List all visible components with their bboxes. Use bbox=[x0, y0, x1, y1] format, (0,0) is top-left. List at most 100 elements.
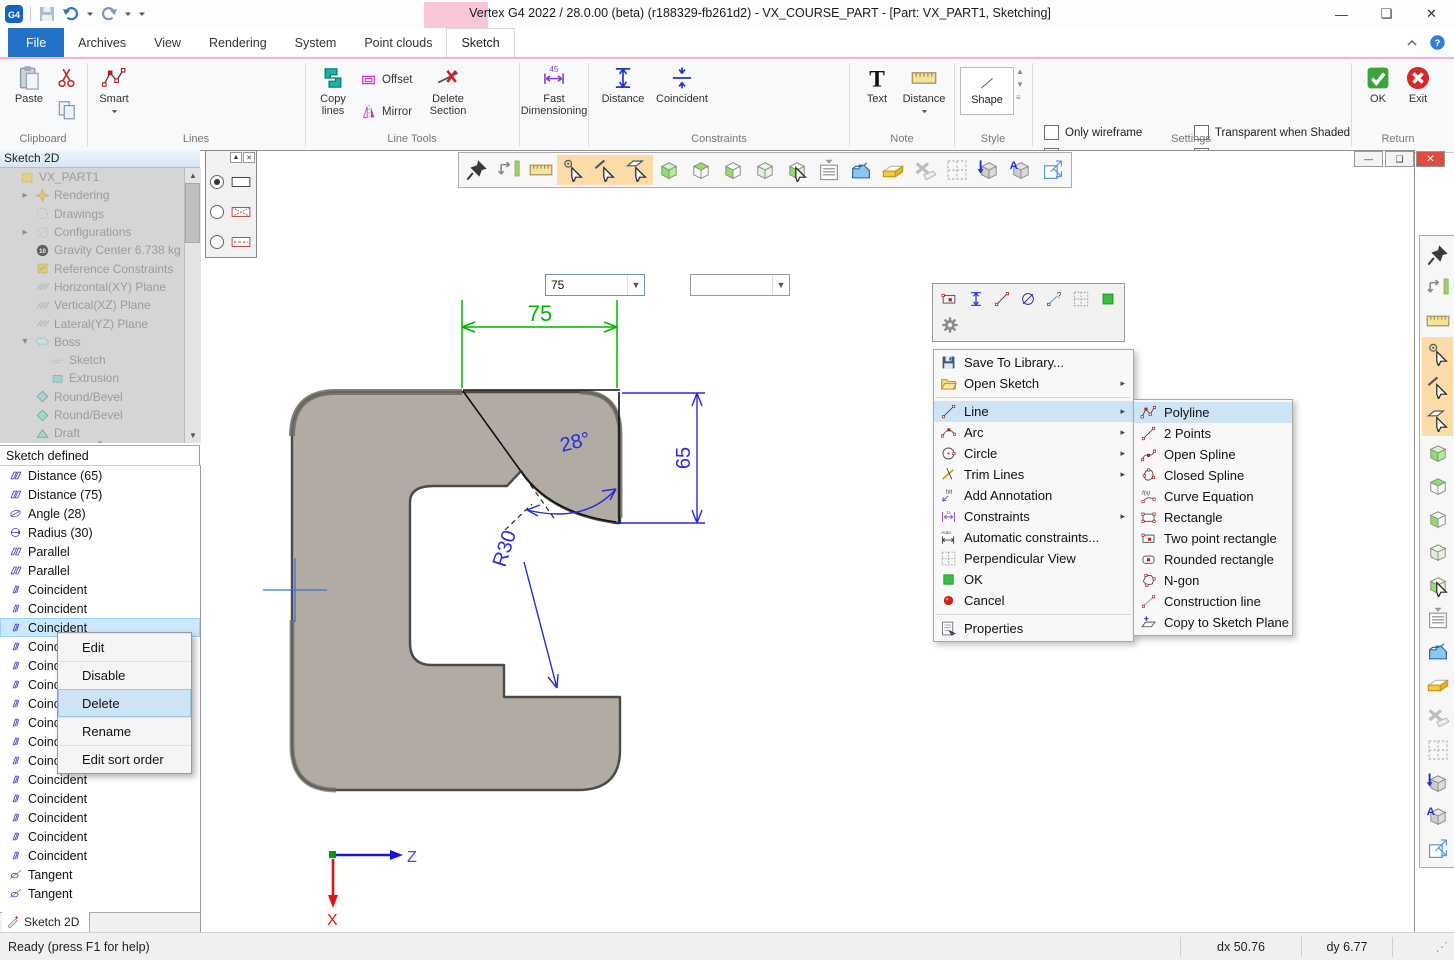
line-tool-icon[interactable] bbox=[164, 97, 186, 119]
mini-toolbar-button[interactable] bbox=[1071, 288, 1091, 310]
collapse-ribbon-icon[interactable] bbox=[1405, 36, 1419, 50]
dimension-tolerance-combobox[interactable]: ▼ bbox=[690, 274, 790, 296]
mini-toolbar-button[interactable] bbox=[992, 288, 1012, 310]
constraint-row[interactable]: Angle (28) bbox=[0, 504, 200, 523]
tree-item[interactable]: Vertical(XZ) Plane bbox=[0, 296, 200, 314]
submenu-item[interactable]: N-gon bbox=[1134, 570, 1292, 591]
menu-item[interactable]: Trim Lines ▸ bbox=[934, 464, 1133, 485]
mini-toolbar-button[interactable] bbox=[1018, 288, 1038, 310]
chevron-down-icon[interactable]: ▼ bbox=[627, 275, 644, 295]
mdi-close-button[interactable]: ✕ bbox=[1416, 151, 1445, 167]
help-icon[interactable]: ? bbox=[1429, 34, 1446, 51]
scrollbar-thumb[interactable] bbox=[185, 183, 200, 243]
tree-item[interactable]: ▸ Rendering bbox=[0, 186, 200, 204]
constraint-row[interactable]: Distance (75) bbox=[0, 485, 200, 504]
menu-item[interactable]: txt Add Annotation ▸ bbox=[934, 485, 1133, 506]
toolbar-button[interactable] bbox=[1422, 502, 1453, 535]
context-menu-item[interactable]: Rename bbox=[58, 717, 191, 745]
toolbar-button[interactable] bbox=[1422, 436, 1453, 469]
toolbar-button[interactable] bbox=[1422, 733, 1453, 766]
corner-tool-icon[interactable] bbox=[476, 97, 498, 119]
redo-caret-icon[interactable] bbox=[123, 9, 133, 19]
palette-collapse-icon[interactable]: ▲ bbox=[230, 152, 242, 163]
mini-toolbar-button[interactable] bbox=[1098, 288, 1118, 310]
tree-item[interactable]: Sketch bbox=[0, 351, 200, 369]
line-tool-icon[interactable] bbox=[164, 67, 186, 89]
tree-item[interactable]: Round/Bevel bbox=[0, 388, 200, 406]
tree-expander-icon[interactable]: ▸ bbox=[19, 227, 31, 238]
chevron-down-icon[interactable]: ▼ bbox=[772, 275, 789, 295]
toolbar-button[interactable] bbox=[557, 155, 589, 185]
text-note-button[interactable]: T Text bbox=[858, 65, 896, 105]
constraint-row[interactable]: Coincident bbox=[0, 827, 200, 846]
submenu-item[interactable]: Open Spline bbox=[1134, 444, 1292, 465]
ribbon-tab[interactable]: System bbox=[281, 28, 351, 57]
toolbar-button[interactable] bbox=[461, 155, 493, 185]
toolbar-button[interactable] bbox=[1422, 535, 1453, 568]
menu-item[interactable]: Circle ▸ bbox=[934, 443, 1133, 464]
distance-note-button[interactable]: Distance bbox=[898, 65, 950, 116]
toolbar-button[interactable] bbox=[621, 155, 653, 185]
constraint-row[interactable]: Coincident bbox=[0, 846, 200, 865]
menu-item[interactable]: Cancel ▸ bbox=[934, 590, 1133, 611]
line-tool-icon[interactable] bbox=[284, 97, 306, 119]
toolbar-button[interactable] bbox=[845, 155, 877, 185]
exit-button[interactable]: Exit bbox=[1400, 65, 1436, 105]
mdi-restore-button[interactable]: ❑ bbox=[1385, 151, 1414, 167]
dim-width-label[interactable]: 75 bbox=[528, 301, 552, 326]
constraint-tool-icon[interactable] bbox=[718, 99, 740, 121]
palette-close-icon[interactable]: ✕ bbox=[243, 152, 255, 163]
menu-item[interactable]: Arc ▸ bbox=[934, 422, 1133, 443]
tree-item[interactable]: 10 Gravity Center 6.738 kg bbox=[0, 241, 200, 259]
palette-option[interactable] bbox=[206, 167, 256, 197]
dim-height-label[interactable]: 65 bbox=[673, 447, 695, 469]
mini-toolbar-button[interactable] bbox=[939, 288, 959, 310]
ok-button[interactable]: OK bbox=[1360, 65, 1396, 105]
constraint-tool-icon[interactable] bbox=[814, 69, 836, 91]
distance-constraint-button[interactable]: Distance bbox=[596, 65, 650, 105]
radio-button[interactable] bbox=[210, 205, 224, 219]
constraint-row[interactable]: Coincident bbox=[0, 580, 200, 599]
close-button[interactable]: ✕ bbox=[1409, 0, 1454, 28]
mini-toolbar-button[interactable]: ? bbox=[1045, 288, 1065, 310]
constraint-row[interactable]: Parallel bbox=[0, 561, 200, 580]
app-logo-icon[interactable]: G4 bbox=[4, 4, 24, 24]
submenu-item[interactable]: f(x) Curve Equation bbox=[1134, 486, 1292, 507]
delete-section-button[interactable]: Delete Section bbox=[424, 65, 472, 117]
copy-button[interactable] bbox=[56, 99, 78, 124]
submenu-item[interactable]: Copy to Sketch Plane bbox=[1134, 612, 1292, 633]
coincident-constraint-button[interactable]: Coincident bbox=[652, 65, 712, 105]
toolbar-button[interactable] bbox=[493, 155, 525, 185]
tree-expander-icon[interactable]: ▾ bbox=[19, 336, 31, 347]
toolbar-button[interactable] bbox=[1422, 337, 1453, 370]
ribbon-tab[interactable]: Sketch bbox=[446, 28, 514, 57]
ribbon-tab[interactable]: Point clouds bbox=[350, 28, 446, 57]
smart-line-button[interactable]: Smart bbox=[94, 65, 134, 116]
constraint-tool-icon[interactable] bbox=[742, 69, 764, 91]
undo-caret-icon[interactable] bbox=[85, 9, 95, 19]
radio-button[interactable] bbox=[210, 235, 224, 249]
line-tool-icon[interactable] bbox=[284, 67, 306, 89]
toolbar-button[interactable] bbox=[1422, 634, 1453, 667]
maximize-button[interactable]: ❑ bbox=[1364, 0, 1409, 28]
toolbar-button[interactable] bbox=[1422, 271, 1453, 304]
line-tool-icon[interactable] bbox=[212, 67, 234, 89]
constraint-tool-icon[interactable] bbox=[790, 69, 812, 91]
tree-item[interactable]: ▸ Configurations bbox=[0, 223, 200, 241]
radio-button[interactable] bbox=[210, 175, 224, 189]
offset-button[interactable]: Offset bbox=[360, 71, 412, 89]
undo-icon[interactable] bbox=[61, 4, 81, 24]
toolbar-button[interactable] bbox=[1422, 601, 1453, 634]
toolbar-button[interactable] bbox=[1422, 700, 1453, 733]
submenu-item[interactable]: Closed Spline bbox=[1134, 465, 1292, 486]
paste-button[interactable]: Paste bbox=[8, 65, 50, 105]
constraint-tool-icon[interactable] bbox=[718, 69, 740, 91]
line-tool-icon[interactable] bbox=[260, 67, 282, 89]
copy-lines-button[interactable]: Copy lines bbox=[310, 65, 356, 117]
ribbon-tab[interactable]: Rendering bbox=[195, 28, 281, 57]
palette-option[interactable] bbox=[206, 227, 256, 257]
constraint-row[interactable]: Distance (65) bbox=[0, 466, 200, 485]
line-tool-icon[interactable] bbox=[140, 97, 162, 119]
mini-toolbar-button[interactable] bbox=[965, 288, 985, 310]
constraint-row[interactable]: Parallel bbox=[0, 542, 200, 561]
